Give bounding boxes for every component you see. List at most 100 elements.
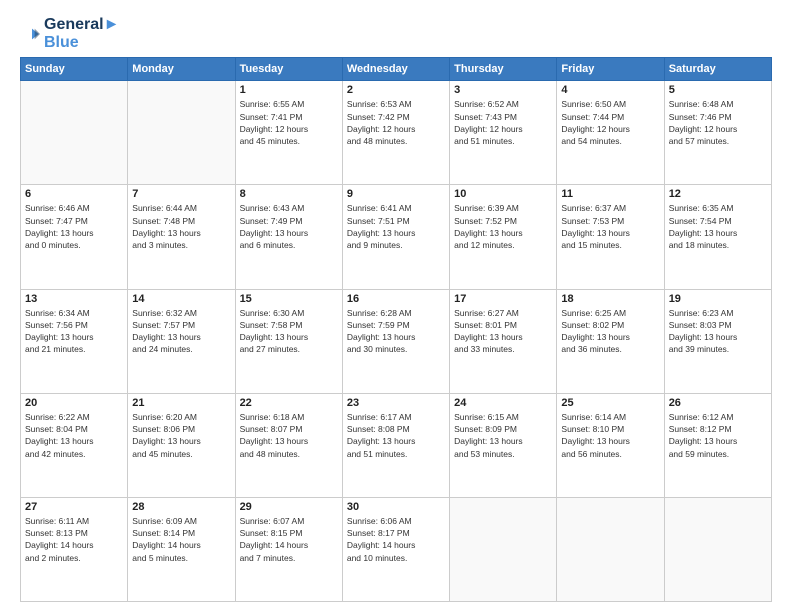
day-number: 25 (561, 397, 659, 409)
day-number: 7 (132, 188, 230, 200)
calendar-cell: 28Sunrise: 6:09 AMSunset: 8:14 PMDayligh… (128, 497, 235, 601)
day-info: Sunrise: 6:23 AMSunset: 8:03 PMDaylight:… (669, 307, 767, 356)
day-info: Sunrise: 6:39 AMSunset: 7:52 PMDaylight:… (454, 202, 552, 251)
calendar-cell: 13Sunrise: 6:34 AMSunset: 7:56 PMDayligh… (21, 289, 128, 393)
calendar-cell: 29 Sunrise: 6:07 AMSunset: 8:15 PMDayligh… (235, 497, 342, 601)
calendar-week-row: 6 Sunrise: 6:46 AMSunset: 7:47 PMDaylight… (21, 185, 772, 289)
calendar-week-row: 1 Sunrise: 6:55 AMSunset: 7:41 PMDaylight… (21, 81, 772, 185)
calendar-cell: 1 Sunrise: 6:55 AMSunset: 7:41 PMDaylight… (235, 81, 342, 185)
day-info: Sunrise: 6:20 AMSunset: 8:06 PMDaylight:… (132, 411, 230, 460)
day-number: 26 (669, 397, 767, 409)
day-info: Sunrise: 6:55 AMSunset: 7:41 PMDaylight:… (240, 98, 338, 147)
day-number: 11 (561, 188, 659, 200)
day-info: Sunrise: 6:15 AMSunset: 8:09 PMDaylight:… (454, 411, 552, 460)
day-number: 9 (347, 188, 445, 200)
day-number: 8 (240, 188, 338, 200)
calendar-cell: 23 Sunrise: 6:17 AMSunset: 8:08 PMDayligh… (342, 393, 449, 497)
day-number: 18 (561, 293, 659, 305)
day-info: Sunrise: 6:48 AMSunset: 7:46 PMDaylight:… (669, 98, 767, 147)
day-info: Sunrise: 6:35 AMSunset: 7:54 PMDaylight:… (669, 202, 767, 251)
calendar-cell: 2 Sunrise: 6:53 AMSunset: 7:42 PMDaylight… (342, 81, 449, 185)
weekday-header: Saturday (664, 58, 771, 81)
weekday-header: Monday (128, 58, 235, 81)
calendar-cell: 24 Sunrise: 6:15 AMSunset: 8:09 PMDayligh… (450, 393, 557, 497)
day-number: 21 (132, 397, 230, 409)
calendar-cell: 22 Sunrise: 6:18 AMSunset: 8:07 PMDayligh… (235, 393, 342, 497)
calendar-week-row: 20Sunrise: 6:22 AMSunset: 8:04 PMDayligh… (21, 393, 772, 497)
calendar-cell: 3Sunrise: 6:52 AMSunset: 7:43 PMDaylight… (450, 81, 557, 185)
calendar-cell: 9 Sunrise: 6:41 AMSunset: 7:51 PMDaylight… (342, 185, 449, 289)
calendar-week-row: 27Sunrise: 6:11 AMSunset: 8:13 PMDayligh… (21, 497, 772, 601)
calendar-cell: 11 Sunrise: 6:37 AMSunset: 7:53 PMDayligh… (557, 185, 664, 289)
day-info: Sunrise: 6:34 AMSunset: 7:56 PMDaylight:… (25, 307, 123, 356)
weekday-header: Tuesday (235, 58, 342, 81)
day-number: 24 (454, 397, 552, 409)
day-number: 19 (669, 293, 767, 305)
day-number: 23 (347, 397, 445, 409)
day-number: 1 (240, 84, 338, 96)
day-number: 17 (454, 293, 552, 305)
weekday-header: Friday (557, 58, 664, 81)
calendar-cell: 14 Sunrise: 6:32 AMSunset: 7:57 PMDayligh… (128, 289, 235, 393)
day-info: Sunrise: 6:43 AMSunset: 7:49 PMDaylight:… (240, 202, 338, 251)
calendar-cell (664, 497, 771, 601)
calendar-cell: 27Sunrise: 6:11 AMSunset: 8:13 PMDayligh… (21, 497, 128, 601)
day-number: 20 (25, 397, 123, 409)
day-info: Sunrise: 6:37 AMSunset: 7:53 PMDaylight:… (561, 202, 659, 251)
day-number: 29 (240, 501, 338, 513)
calendar-cell: 12 Sunrise: 6:35 AMSunset: 7:54 PMDayligh… (664, 185, 771, 289)
calendar-cell: 19 Sunrise: 6:23 AMSunset: 8:03 PMDayligh… (664, 289, 771, 393)
logo: General► Blue (20, 16, 119, 51)
header: General► Blue (20, 16, 772, 51)
calendar-cell: 20Sunrise: 6:22 AMSunset: 8:04 PMDayligh… (21, 393, 128, 497)
logo-line2: Blue (44, 34, 119, 52)
day-info: Sunrise: 6:09 AMSunset: 8:14 PMDaylight:… (132, 515, 230, 564)
day-number: 16 (347, 293, 445, 305)
day-info: Sunrise: 6:28 AMSunset: 7:59 PMDaylight:… (347, 307, 445, 356)
day-number: 12 (669, 188, 767, 200)
day-info: Sunrise: 6:07 AMSunset: 8:15 PMDaylight:… (240, 515, 338, 564)
calendar-cell: 30 Sunrise: 6:06 AMSunset: 8:17 PMDayligh… (342, 497, 449, 601)
calendar-cell: 16 Sunrise: 6:28 AMSunset: 7:59 PMDayligh… (342, 289, 449, 393)
day-info: Sunrise: 6:27 AMSunset: 8:01 PMDaylight:… (454, 307, 552, 356)
day-number: 5 (669, 84, 767, 96)
day-info: Sunrise: 6:18 AMSunset: 8:07 PMDaylight:… (240, 411, 338, 460)
calendar-cell: 5 Sunrise: 6:48 AMSunset: 7:46 PMDaylight… (664, 81, 771, 185)
day-info: Sunrise: 6:50 AMSunset: 7:44 PMDaylight:… (561, 98, 659, 147)
page: General► Blue SundayMondayTuesdayWednesd… (0, 0, 792, 612)
calendar-cell: 18 Sunrise: 6:25 AMSunset: 8:02 PMDayligh… (557, 289, 664, 393)
logo-line1: General► (44, 16, 119, 34)
calendar-table: SundayMondayTuesdayWednesdayThursdayFrid… (20, 57, 772, 602)
day-info: Sunrise: 6:12 AMSunset: 8:12 PMDaylight:… (669, 411, 767, 460)
day-info: Sunrise: 6:32 AMSunset: 7:57 PMDaylight:… (132, 307, 230, 356)
day-info: Sunrise: 6:17 AMSunset: 8:08 PMDaylight:… (347, 411, 445, 460)
day-number: 6 (25, 188, 123, 200)
calendar-cell: 17 Sunrise: 6:27 AMSunset: 8:01 PMDayligh… (450, 289, 557, 393)
calendar-cell: 6 Sunrise: 6:46 AMSunset: 7:47 PMDaylight… (21, 185, 128, 289)
calendar-cell (21, 81, 128, 185)
day-info: Sunrise: 6:41 AMSunset: 7:51 PMDaylight:… (347, 202, 445, 251)
day-info: Sunrise: 6:25 AMSunset: 8:02 PMDaylight:… (561, 307, 659, 356)
day-number: 2 (347, 84, 445, 96)
day-info: Sunrise: 6:46 AMSunset: 7:47 PMDaylight:… (25, 202, 123, 251)
day-info: Sunrise: 6:53 AMSunset: 7:42 PMDaylight:… (347, 98, 445, 147)
day-info: Sunrise: 6:30 AMSunset: 7:58 PMDaylight:… (240, 307, 338, 356)
calendar-cell: 15Sunrise: 6:30 AMSunset: 7:58 PMDayligh… (235, 289, 342, 393)
day-number: 22 (240, 397, 338, 409)
day-info: Sunrise: 6:06 AMSunset: 8:17 PMDaylight:… (347, 515, 445, 564)
logo-icon (20, 27, 40, 41)
day-number: 10 (454, 188, 552, 200)
calendar-cell: 26 Sunrise: 6:12 AMSunset: 8:12 PMDayligh… (664, 393, 771, 497)
weekday-header: Sunday (21, 58, 128, 81)
calendar-cell: 21 Sunrise: 6:20 AMSunset: 8:06 PMDayligh… (128, 393, 235, 497)
day-number: 30 (347, 501, 445, 513)
calendar-cell: 7 Sunrise: 6:44 AMSunset: 7:48 PMDaylight… (128, 185, 235, 289)
calendar-cell (128, 81, 235, 185)
day-number: 14 (132, 293, 230, 305)
weekday-header: Wednesday (342, 58, 449, 81)
calendar-cell: 25Sunrise: 6:14 AMSunset: 8:10 PMDayligh… (557, 393, 664, 497)
calendar-cell: 10 Sunrise: 6:39 AMSunset: 7:52 PMDayligh… (450, 185, 557, 289)
day-number: 3 (454, 84, 552, 96)
day-info: Sunrise: 6:44 AMSunset: 7:48 PMDaylight:… (132, 202, 230, 251)
day-number: 27 (25, 501, 123, 513)
